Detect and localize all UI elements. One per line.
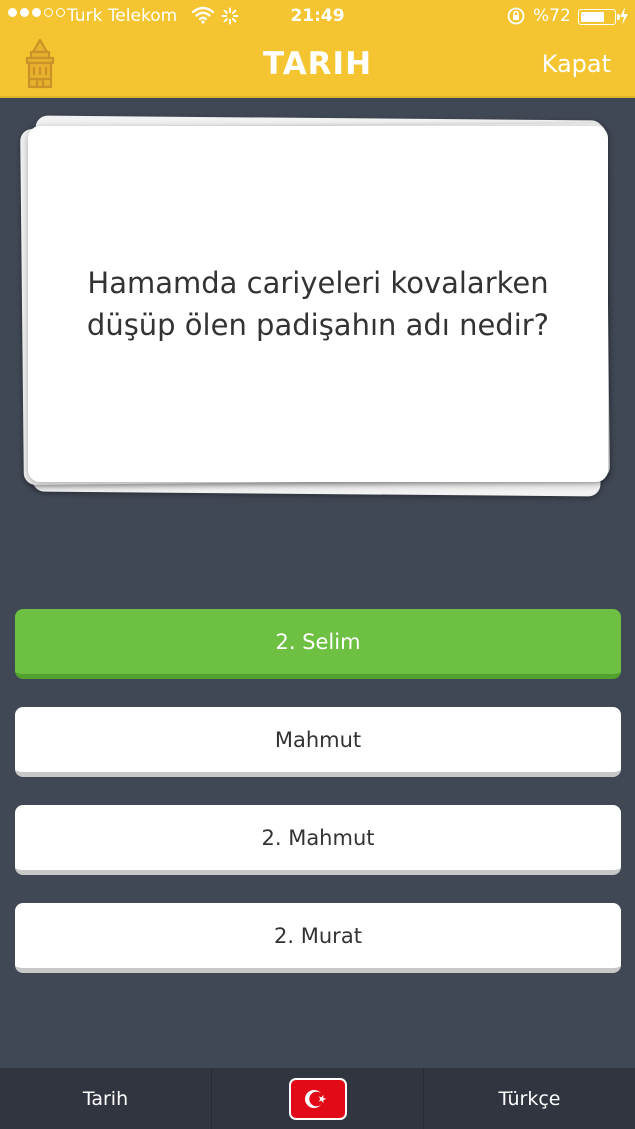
nav-bar: TARIH Kapat	[0, 34, 635, 98]
charging-icon	[619, 7, 629, 30]
category-tab[interactable]: Tarih	[0, 1068, 211, 1129]
question-card-stack: Hamamda cariyeleri kovalarken düşüp ölen…	[0, 98, 635, 518]
question-card: Hamamda cariyeleri kovalarken düşüp ölen…	[28, 126, 608, 482]
answer-option-2[interactable]: Mahmut	[15, 707, 621, 777]
question-text: Hamamda cariyeleri kovalarken düşüp ölen…	[86, 265, 550, 342]
turkey-flag-icon	[288, 1077, 347, 1120]
close-button[interactable]: Kapat	[542, 50, 611, 78]
answer-list: 2. Selim Mahmut 2. Mahmut 2. Murat	[15, 609, 621, 1001]
battery-icon	[578, 9, 620, 25]
answer-option-1[interactable]: 2. Selim	[15, 609, 621, 679]
language-tab[interactable]: Türkçe	[423, 1068, 635, 1129]
battery-percent: %72	[533, 6, 571, 26]
answer-option-3[interactable]: 2. Mahmut	[15, 805, 621, 875]
page-title: TARIH	[262, 46, 373, 82]
rotation-lock-icon	[507, 7, 525, 30]
bottom-bar: Tarih Türkçe	[0, 1068, 635, 1129]
top-bar: Turk Telekom 21:49 %72 TARIH Kapat	[0, 0, 635, 98]
status-bar: Turk Telekom 21:49 %72	[0, 0, 635, 34]
battery-level-fill	[580, 11, 604, 22]
app-screen: Turk Telekom 21:49 %72 TARIH Kapat Hamam…	[0, 0, 635, 1129]
answer-option-4[interactable]: 2. Murat	[15, 903, 621, 973]
language-flag-button[interactable]	[211, 1068, 423, 1129]
